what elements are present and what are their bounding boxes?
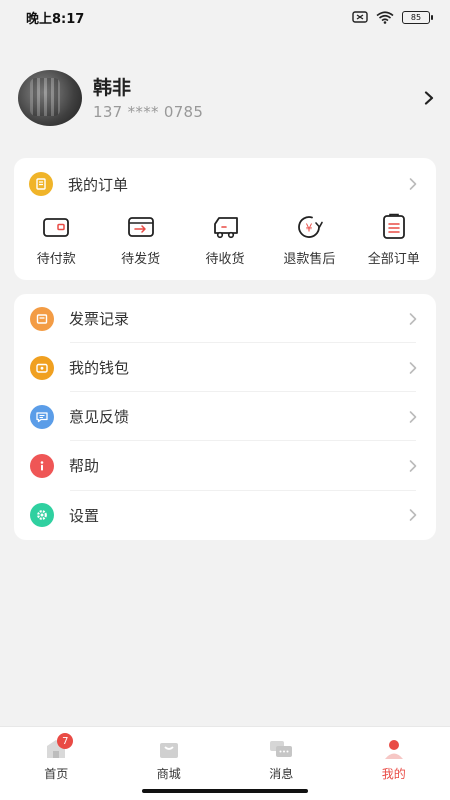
profile-header[interactable]: 韩非 137 **** 0785 — [18, 68, 436, 128]
status-bar: 晚上8:17 85 — [0, 0, 450, 34]
home-indicator[interactable] — [142, 789, 308, 793]
chat-icon — [270, 741, 293, 757]
tab-home[interactable]: 7 首页 — [0, 727, 112, 800]
gear-icon — [30, 503, 54, 528]
tab-label: 我的 — [381, 767, 406, 781]
wifi-icon — [376, 10, 394, 24]
my-orders-label: 我的订单 — [68, 175, 129, 194]
info-icon — [30, 453, 54, 478]
menu-card: 发票记录 我的钱包 意见反馈 帮助 设置 — [14, 294, 436, 540]
sim-off-icon — [352, 11, 368, 23]
order-status-row: 待付款 待发货 待收货 ¥ 退款售后 全部订单 — [14, 212, 436, 267]
menu-item-label: 发票记录 — [69, 310, 130, 328]
invoice-icon — [30, 306, 54, 331]
chevron-right-icon[interactable] — [422, 91, 436, 105]
tab-mine[interactable]: 我的 — [338, 727, 450, 800]
menu-item-settings[interactable]: 设置 — [14, 491, 436, 540]
notification-badge: 7 — [57, 733, 74, 749]
refund-icon: ¥ — [298, 216, 324, 238]
orders-card: 我的订单 待付款 待发货 待收货 ¥ 退款售后 全部订单 — [14, 158, 436, 280]
order-item-label: 退款售后 — [283, 252, 336, 267]
chevron-right-icon — [409, 312, 417, 325]
chevron-right-icon — [409, 410, 417, 423]
order-item-label: 待发货 — [121, 252, 161, 267]
menu-item-label: 帮助 — [69, 457, 100, 476]
order-pending-payment[interactable]: 待付款 — [14, 212, 98, 267]
chevron-right-icon — [409, 361, 417, 374]
menu-item-label: 我的钱包 — [69, 359, 130, 378]
tab-label: 首页 — [44, 767, 69, 781]
battery-level: 85 — [410, 12, 422, 22]
menu-item-invoice[interactable]: 发票记录 — [14, 294, 436, 343]
user-phone: 137 **** 0785 — [93, 103, 204, 121]
order-item-label: 全部订单 — [367, 252, 420, 267]
truck-icon — [214, 217, 238, 239]
chevron-right-icon — [409, 460, 417, 472]
shopping-bag-icon — [159, 743, 178, 758]
chevron-right-icon — [409, 509, 417, 521]
order-item-label: 待付款 — [36, 252, 76, 267]
feedback-icon — [30, 404, 54, 429]
orders-icon — [29, 172, 53, 196]
order-all[interactable]: 全部订单 — [352, 212, 436, 267]
user-icon — [384, 740, 403, 759]
tab-label: 商城 — [156, 767, 181, 781]
battery-icon: 85 — [402, 10, 433, 24]
status-icons: 85 — [352, 10, 433, 24]
tab-label: 消息 — [269, 767, 294, 781]
order-list-icon — [382, 213, 405, 239]
ship-box-icon — [127, 217, 154, 237]
avatar[interactable] — [18, 70, 82, 126]
order-refund-aftersale[interactable]: ¥ 退款售后 — [267, 212, 351, 267]
chevron-right-icon — [409, 178, 417, 190]
menu-item-help[interactable]: 帮助 — [14, 441, 436, 491]
menu-item-label: 意见反馈 — [69, 408, 130, 427]
svg-text:¥: ¥ — [306, 222, 313, 235]
menu-item-label: 设置 — [69, 506, 100, 525]
profile-info: 韩非 137 **** 0785 — [93, 75, 422, 121]
menu-item-wallet[interactable]: 我的钱包 — [14, 343, 436, 393]
menu-item-feedback[interactable]: 意见反馈 — [14, 392, 436, 442]
user-name: 韩非 — [93, 77, 132, 99]
my-orders-row[interactable]: 我的订单 — [14, 158, 436, 210]
wallet-icon — [30, 355, 54, 380]
status-time: 晚上8:17 — [26, 11, 85, 27]
order-pending-receipt[interactable]: 待收货 — [183, 212, 267, 267]
wallet-icon — [43, 218, 70, 237]
order-pending-shipment[interactable]: 待发货 — [98, 212, 182, 267]
order-item-label: 待收货 — [205, 252, 245, 267]
